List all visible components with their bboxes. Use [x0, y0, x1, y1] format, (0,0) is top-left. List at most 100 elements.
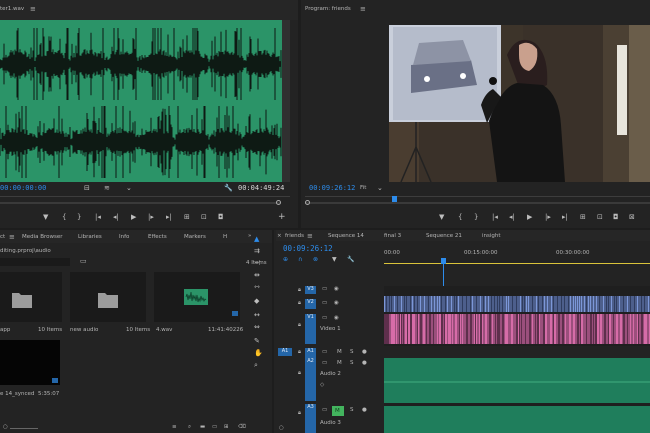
source-panel-menu-icon[interactable]: ≡	[30, 5, 36, 13]
program-play-icon[interactable]: ▶	[527, 212, 532, 222]
toggle-sync-lock-icon[interactable]: ▭	[322, 360, 327, 366]
audio-waveform[interactable]	[0, 20, 290, 182]
lift-icon[interactable]: ⊞	[580, 212, 586, 222]
mute-track-button[interactable]: M	[337, 349, 342, 355]
track-name-a2[interactable]: Audio 2	[320, 371, 341, 377]
solo-track-button[interactable]: S	[350, 407, 354, 413]
hand-tool-icon[interactable]: ✋	[254, 348, 263, 358]
program-zoom-handle[interactable]	[305, 200, 310, 205]
program-mark-in-bracket-icon[interactable]: {	[458, 212, 462, 222]
overwrite-icon[interactable]: ⊡	[201, 212, 207, 222]
source-patch-a1[interactable]: A1	[278, 348, 292, 356]
program-step-forward-icon[interactable]: |▸	[545, 212, 551, 222]
program-zoom-select[interactable]: Fit	[360, 185, 366, 191]
source-fit-dropdown-icon[interactable]: ⌄	[126, 183, 132, 193]
ripple-edit-tool-icon[interactable]: ⊣	[254, 258, 260, 268]
timeline-panel-menu-icon[interactable]: ≡	[307, 232, 313, 240]
program-mini-ruler[interactable]	[305, 196, 650, 197]
track-lock-icon[interactable]: 🔒︎	[298, 410, 301, 417]
mute-track-active-button[interactable]: M	[332, 406, 344, 416]
project-item-thumbnail[interactable]	[0, 272, 62, 322]
sort-icons-icon[interactable]: ≡	[172, 424, 177, 430]
find-icon[interactable]: ▬	[200, 424, 205, 430]
voice-over-button[interactable]: ●	[362, 349, 367, 355]
source-zoom-handle[interactable]	[276, 200, 281, 205]
track-select-tool-icon[interactable]: ⇉	[254, 246, 260, 256]
tab-effects[interactable]: Effects	[148, 234, 167, 240]
program-zoom-chevron-icon[interactable]: ⌄	[377, 183, 383, 193]
project-search-input[interactable]	[0, 258, 70, 266]
timeline-ruler[interactable]: 00:00 00:15:00:00 00:30:00:00	[384, 244, 650, 264]
new-item-icon[interactable]: ⊞	[224, 424, 229, 430]
go-to-in-icon[interactable]: |◂	[95, 212, 101, 222]
program-tab-title[interactable]: Program: friends	[305, 6, 351, 12]
program-export-frame-camera-icon[interactable]: ◘	[613, 212, 619, 222]
solo-track-button[interactable]: S	[350, 360, 354, 366]
track-lock-icon[interactable]: 🔒︎	[298, 349, 301, 356]
program-mark-out-bracket-icon[interactable]: }	[474, 212, 478, 222]
tab-sequence-insight[interactable]: insight	[482, 233, 501, 239]
go-to-out-icon[interactable]: ▸|	[166, 212, 172, 222]
project-item-name[interactable]: new audio	[70, 327, 98, 333]
pen-tool-icon[interactable]: ✎	[254, 336, 260, 346]
timeline-tab-close-icon[interactable]: ×	[277, 233, 282, 239]
zoom-out-icon[interactable]: ○	[3, 424, 8, 430]
export-frame-camera-icon[interactable]: ◘	[218, 212, 224, 222]
tab-media-browser[interactable]: Media Browser	[22, 234, 63, 240]
step-forward-icon[interactable]: |▸	[148, 212, 154, 222]
source-settings-wrench-icon[interactable]: 🔧	[224, 183, 233, 193]
track-target-a1[interactable]: A1	[305, 348, 316, 358]
source-add-button-icon[interactable]: +	[278, 212, 286, 222]
program-zoom-bar[interactable]	[305, 202, 650, 204]
program-video-frame[interactable]	[389, 25, 650, 182]
tab-project[interactable]: ct	[0, 234, 5, 240]
source-vertical-scrollbar[interactable]	[282, 20, 290, 182]
project-panel-menu-icon[interactable]: ≡	[9, 233, 15, 241]
snap-icon[interactable]: ∩	[298, 256, 302, 263]
extract-icon[interactable]: ⊡	[597, 212, 603, 222]
tab-markers[interactable]: Markers	[184, 234, 206, 240]
tab-sequence-final-3[interactable]: final 3	[384, 233, 401, 239]
source-drag-audio-icon[interactable]: ≋	[104, 183, 110, 193]
project-item-thumbnail[interactable]	[154, 272, 240, 322]
tab-sequence-21[interactable]: Sequence 21	[426, 233, 462, 239]
play-icon[interactable]: ▶	[131, 212, 136, 222]
project-item-name[interactable]: e 14_synced	[0, 391, 34, 397]
step-back-icon[interactable]: ◂|	[113, 212, 119, 222]
toggle-sync-lock-icon[interactable]: ▭	[322, 349, 327, 355]
timeline-zoom-bar[interactable]: ○	[276, 425, 384, 433]
comparison-view-icon[interactable]: ⊠	[629, 212, 635, 222]
track-lock-icon[interactable]: 🔒︎	[298, 287, 301, 294]
track-target-v1[interactable]: V1	[305, 314, 316, 344]
work-area-bar[interactable]	[384, 263, 650, 264]
track-target-v2[interactable]: V2	[305, 299, 316, 309]
razor-tool-icon[interactable]: ◆	[254, 296, 259, 306]
source-tab-title[interactable]: ter1.wav	[0, 6, 24, 12]
timeline-settings-wrench-icon[interactable]: 🔧	[347, 256, 354, 263]
program-mark-in-icon[interactable]: ▼	[439, 212, 444, 222]
project-item-name[interactable]: 4.wav	[156, 327, 172, 333]
tab-history[interactable]: H	[223, 234, 227, 240]
rate-stretch-tool-icon[interactable]: ⇿	[254, 282, 260, 292]
new-search-bin-icon[interactable]: ▭	[80, 257, 87, 265]
tab-sequence-friends[interactable]: friends	[285, 233, 304, 239]
clear-icon[interactable]: ⌫	[238, 424, 246, 430]
toggle-output-eye-icon[interactable]: ◉	[334, 315, 339, 321]
source-mini-ruler[interactable]	[0, 196, 290, 197]
project-item-thumbnail[interactable]	[70, 272, 146, 322]
slip-tool-icon[interactable]: ↔	[254, 310, 260, 320]
solo-track-button[interactable]: S	[350, 349, 354, 355]
tab-info[interactable]: Info	[119, 234, 129, 240]
tab-sequence-14[interactable]: Sequence 14	[328, 233, 364, 239]
toggle-sync-lock-icon[interactable]: ▭	[322, 315, 327, 321]
toggle-sync-lock-icon[interactable]: ▭	[322, 286, 327, 292]
toggle-sync-lock-icon[interactable]: ▭	[322, 407, 327, 413]
program-playhead-timecode[interactable]: 00:09:26:12	[309, 184, 355, 192]
project-item-thumbnail[interactable]	[0, 340, 60, 385]
track-target-v3[interactable]: V3	[305, 286, 316, 294]
selection-tool-icon[interactable]: ▲	[254, 234, 259, 244]
thumbnail-size-slider[interactable]	[10, 428, 38, 429]
timeline-clip-area[interactable]	[384, 286, 650, 433]
rolling-edit-tool-icon[interactable]: ⇹	[254, 270, 260, 280]
source-drag-video-icon[interactable]: ⊟	[84, 183, 90, 193]
